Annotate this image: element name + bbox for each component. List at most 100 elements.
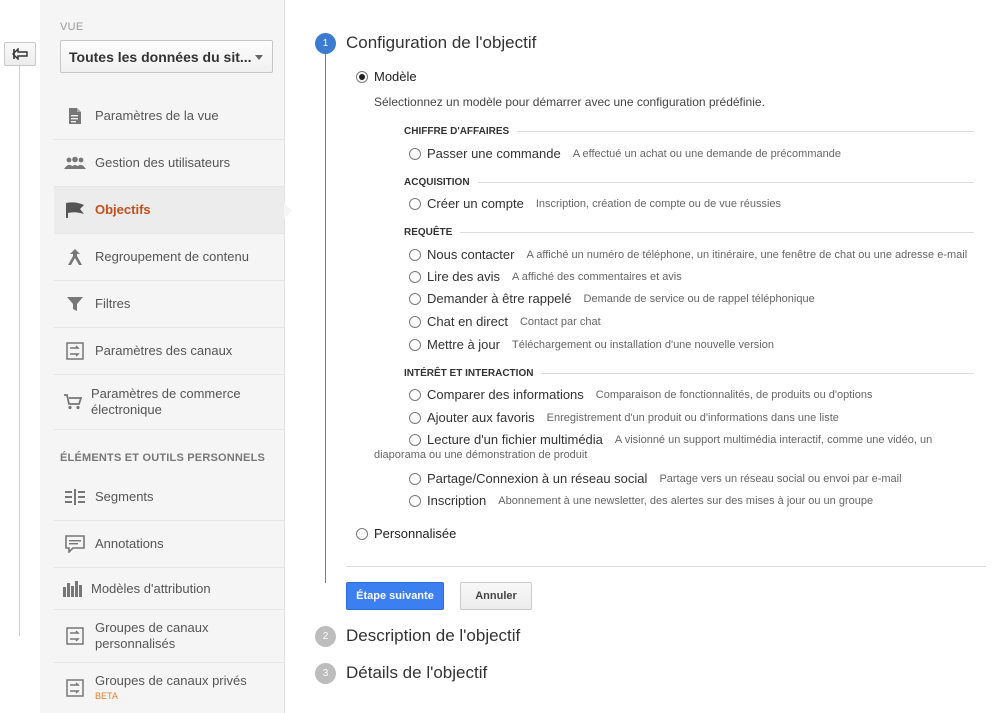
- step-number-2: 2: [315, 626, 336, 647]
- nav-item-label: Paramètres de commerce électronique: [91, 386, 241, 417]
- template-option-desc: A visionné un support multimédia interac…: [614, 433, 933, 446]
- next-step-button[interactable]: Étape suivante: [346, 582, 444, 610]
- template-option-radio[interactable]: [409, 292, 421, 305]
- template-radio[interactable]: [356, 70, 368, 83]
- template-option-radio[interactable]: [409, 315, 421, 328]
- nav-item-annotations[interactable]: Annotations: [54, 521, 284, 568]
- nav-item-label: Paramètres des canaux: [95, 343, 233, 358]
- template-option-name: Lecture d'un fichier multimédia: [427, 432, 603, 447]
- template-option-radio[interactable]: [409, 147, 421, 160]
- template-option-name: Partage/Connexion à un réseau social: [427, 471, 648, 486]
- category-title: CHIFFRE D'AFFAIRES: [404, 126, 510, 137]
- cancel-button[interactable]: Annuler: [460, 582, 532, 610]
- step-title-3[interactable]: Détails de l'objectif: [346, 663, 487, 683]
- nav-item-label: Groupes de canaux privés: [95, 673, 247, 688]
- template-option-name: Demander à être rappelé: [427, 291, 572, 306]
- section-title: ÉLÉMENTS ET OUTILS PERSONNELS: [60, 452, 266, 464]
- channels-icon: [54, 342, 95, 360]
- template-option-radio[interactable]: [409, 248, 421, 261]
- template-option[interactable]: Chat en direct Contact par chat: [409, 314, 601, 329]
- template-option-radio[interactable]: [409, 411, 421, 424]
- nav-item-label: Groupes de canaux personnalisés: [95, 620, 209, 651]
- step-title-1: Configuration de l'objectif: [346, 33, 537, 52]
- nav-item-user-management[interactable]: Gestion des utilisateurs: [54, 140, 284, 187]
- template-option[interactable]: Mettre à jour Téléchargement ou installa…: [409, 337, 774, 352]
- view-selector-value: Toutes les données du sit...: [69, 49, 252, 65]
- category-title: INTÉRÊT ET INTERACTION: [404, 368, 534, 379]
- nav-item-label: Segments: [95, 489, 154, 504]
- template-option-radio[interactable]: [409, 197, 421, 210]
- step-number-3: 3: [315, 663, 336, 684]
- template-option[interactable]: Créer un compte Inscription, création de…: [409, 196, 781, 211]
- template-option-radio[interactable]: [409, 338, 421, 351]
- template-option-name: Ajouter aux favoris: [427, 410, 535, 425]
- nav-item-attribution-models[interactable]: Modèles d'attribution: [54, 568, 284, 610]
- nav-item-filters[interactable]: Filtres: [54, 281, 284, 328]
- rail-line: [19, 66, 20, 636]
- template-option-name: Inscription: [427, 493, 487, 508]
- template-intro: Sélectionnez un modèle pour démarrer ave…: [374, 95, 765, 109]
- step-connector: [325, 53, 326, 583]
- nav-item-label: Annotations: [95, 536, 164, 551]
- category-heading: ACQUISITION: [404, 177, 974, 188]
- custom-radio-option[interactable]: Personnalisée: [356, 526, 456, 541]
- template-option-desc: Inscription, création de compte ou de vu…: [535, 197, 782, 210]
- template-option-desc: A effectué un achat ou une demande de pr…: [572, 147, 841, 160]
- nav-item-view-settings[interactable]: Paramètres de la vue: [54, 93, 284, 140]
- template-option-name: Mettre à jour: [427, 337, 500, 352]
- template-radio-label: Modèle: [374, 69, 417, 84]
- nav-item-ecommerce-settings[interactable]: Paramètres de commerce électronique: [54, 375, 284, 430]
- nav-item-channel-settings[interactable]: Paramètres des canaux: [54, 328, 284, 375]
- nav-item-label: Paramètres de la vue: [95, 108, 219, 123]
- template-radio-option[interactable]: Modèle: [356, 69, 417, 84]
- merge-icon: [54, 248, 95, 266]
- channels-icon: [54, 679, 95, 697]
- template-option-radio[interactable]: [409, 270, 421, 283]
- template-option-name: Créer un compte: [427, 196, 524, 211]
- nav-item-label: Regroupement de contenu: [95, 249, 249, 264]
- nav-item-content-grouping[interactable]: Regroupement de contenu: [54, 234, 284, 281]
- template-option-radio[interactable]: [409, 472, 421, 485]
- step-title-2[interactable]: Description de l'objectif: [346, 626, 520, 646]
- flag-icon: [54, 202, 95, 218]
- template-option-name: Comparer des informations: [427, 387, 584, 402]
- category-heading: INTÉRÊT ET INTERACTION: [404, 368, 974, 379]
- template-option-radio[interactable]: [409, 388, 421, 401]
- category-rule: [541, 373, 974, 374]
- template-option[interactable]: Passer une commande A effectué un achat …: [409, 146, 841, 161]
- view-label: VUE: [60, 21, 84, 33]
- nav-item-custom-channel-groups[interactable]: Groupes de canaux personnalisés: [54, 610, 284, 663]
- nav-item-label: Objectifs: [95, 202, 151, 217]
- template-option[interactable]: Partage/Connexion à un réseau social Par…: [409, 471, 902, 486]
- beta-badge: BETA: [95, 691, 118, 701]
- template-option-desc: Demande de service ou de rappel téléphon…: [583, 292, 815, 305]
- nav-item-goals[interactable]: Objectifs: [54, 187, 284, 234]
- category-rule: [517, 131, 974, 132]
- template-option-desc: A affiché un numéro de téléphone, un iti…: [526, 248, 968, 261]
- template-option[interactable]: Nous contacter A affiché un numéro de té…: [409, 247, 967, 262]
- template-option-radio[interactable]: [409, 494, 421, 507]
- filter-icon: [54, 296, 95, 312]
- back-button[interactable]: [4, 42, 36, 66]
- template-option[interactable]: Comparer des informations Comparaison de…: [409, 387, 872, 402]
- template-option[interactable]: Demander à être rappelé Demande de servi…: [409, 291, 815, 306]
- category-title: REQUÊTE: [404, 227, 453, 238]
- custom-radio[interactable]: [356, 527, 368, 540]
- back-arrow-icon: [12, 48, 28, 60]
- category-heading: REQUÊTE: [404, 227, 974, 238]
- template-option-desc: Téléchargement ou installation d'une nou…: [511, 338, 774, 351]
- nav-item-segments[interactable]: Segments: [54, 474, 284, 521]
- nav-item-private-channel-groups[interactable]: Groupes de canaux privés BETA: [54, 663, 284, 713]
- channels-icon: [54, 627, 95, 645]
- template-option[interactable]: Ajouter aux favoris Enregistrement d'un …: [409, 410, 839, 425]
- template-option-desc: Partage vers un réseau social ou envoi p…: [659, 472, 902, 485]
- template-option[interactable]: Lire des avis A affiché des commentaires…: [409, 269, 682, 284]
- category-rule: [460, 232, 974, 233]
- template-option[interactable]: Inscription Abonnement à une newsletter,…: [409, 493, 873, 508]
- template-option-desc: Enregistrement d'un produit ou d'informa…: [546, 411, 839, 424]
- template-option[interactable]: Lecture d'un fichier multimédia A vision…: [409, 432, 932, 447]
- view-selector[interactable]: Toutes les données du sit...: [60, 40, 273, 73]
- template-option-radio[interactable]: [409, 433, 421, 446]
- template-option-desc: A affiché des commentaires et avis: [511, 270, 682, 283]
- nav-item-label: Modèles d'attribution: [91, 580, 211, 596]
